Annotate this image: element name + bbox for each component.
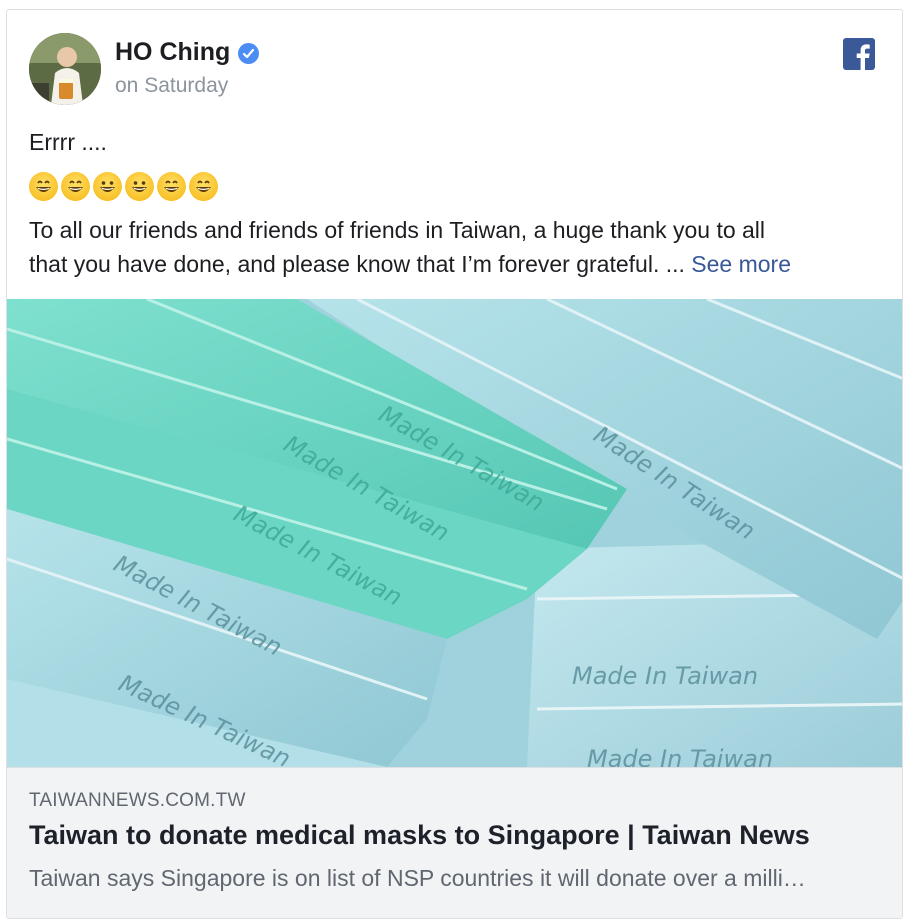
post-card: HO Ching on Saturday Errrr .... To all o… — [6, 9, 903, 919]
grinning-face-icon — [157, 172, 186, 201]
link-preview-image[interactable]: Made In Taiwan Made In Taiwan Made In Ta… — [7, 299, 902, 767]
grinning-face-icon — [125, 172, 154, 201]
masks-photo: Made In Taiwan Made In Taiwan Made In Ta… — [7, 299, 902, 767]
link-domain: TAIWANNEWS.COM.TW — [29, 790, 246, 811]
emoji-row — [29, 172, 218, 201]
author: HO Ching — [115, 38, 260, 67]
facebook-icon[interactable] — [843, 38, 875, 70]
avatar-photo — [29, 33, 101, 105]
link-title[interactable]: Taiwan to donate medical masks to Singap… — [29, 820, 810, 851]
link-description: Taiwan says Singapore is on list of NSP … — [29, 865, 806, 891]
see-more-link[interactable]: See more — [691, 251, 791, 277]
link-preview[interactable]: TAIWANNEWS.COM.TW Taiwan to donate medic… — [7, 767, 902, 918]
grinning-face-icon — [61, 172, 90, 201]
post-timestamp[interactable]: on Saturday — [115, 74, 228, 98]
post-text-line3-text: that you have done, and please know that… — [29, 251, 685, 277]
grinning-face-icon — [93, 172, 122, 201]
author-name[interactable]: HO Ching — [115, 38, 230, 67]
mask-text: Made In Taiwan — [572, 662, 758, 690]
post-text-line3: that you have done, and please know that… — [29, 251, 791, 278]
grinning-face-icon — [189, 172, 218, 201]
post-text-line2: To all our friends and friends of friend… — [29, 217, 766, 243]
avatar[interactable] — [29, 33, 101, 105]
grinning-face-icon — [29, 172, 58, 201]
verified-badge-icon — [238, 42, 260, 64]
mask-text: Made In Taiwan — [587, 745, 773, 767]
post-text-line1: Errrr .... — [29, 129, 107, 155]
